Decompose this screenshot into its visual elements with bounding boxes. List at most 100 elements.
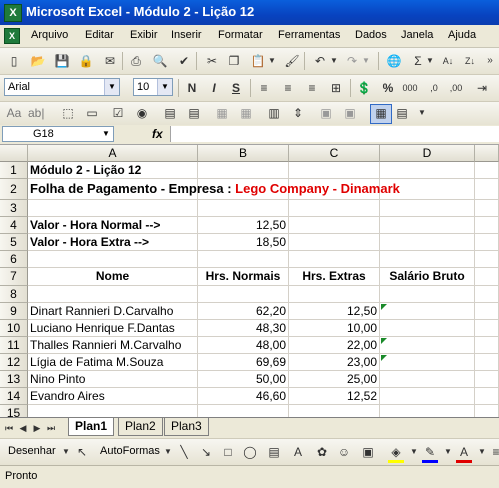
grid-cell[interactable] (28, 251, 198, 268)
grid-cell[interactable] (198, 162, 289, 179)
grid-cell[interactable] (28, 286, 198, 303)
row-header[interactable]: 11 (0, 337, 28, 354)
row-header[interactable]: 14 (0, 388, 28, 405)
menu-arquivo[interactable]: Arquivo (31, 29, 68, 41)
row-header[interactable]: 13 (0, 371, 28, 388)
menu-inserir[interactable]: Inserir (171, 29, 202, 41)
percent-button[interactable]: % (380, 80, 396, 96)
grid-cell[interactable] (380, 371, 475, 388)
grid-cell[interactable] (380, 162, 475, 179)
line-icon[interactable]: ╲ (176, 444, 192, 460)
menu-formatar[interactable]: Formatar (218, 29, 263, 41)
employee-hrs-normais[interactable]: 62,20 (198, 303, 289, 320)
row-header[interactable]: 8 (0, 286, 28, 303)
cell-c7-header[interactable]: Hrs. Extras (289, 268, 380, 286)
error-indicator-icon[interactable] (381, 304, 387, 310)
grid-cell[interactable] (198, 251, 289, 268)
first-sheet-icon[interactable]: ⏮ (4, 422, 14, 434)
new-icon[interactable]: ▯ (6, 53, 22, 69)
column-header-e[interactable] (475, 145, 499, 162)
grid-cell[interactable] (380, 354, 475, 371)
clip-art-icon[interactable]: ☺ (336, 444, 352, 460)
insert-picture-icon[interactable]: ▣ (360, 444, 376, 460)
toggle-grid-icon[interactable]: ▦ (370, 104, 392, 124)
paste-icon[interactable]: 📋 (250, 53, 266, 69)
grid-cell[interactable] (289, 405, 380, 417)
diagram-icon[interactable]: ✿ (314, 444, 330, 460)
workbook-icon[interactable]: X (4, 28, 20, 44)
cell-b7-header[interactable]: Hrs. Normais (198, 268, 289, 286)
font-size-combo[interactable]: 10 ▼ (133, 78, 173, 96)
grid-cell[interactable] (380, 234, 475, 251)
employee-hrs-extras[interactable]: 12,52 (289, 388, 380, 405)
grid-cell[interactable] (289, 200, 380, 217)
last-sheet-icon[interactable]: ⏭ (46, 422, 56, 434)
spinner-icon[interactable]: ⇕ (290, 105, 306, 121)
hyperlink-icon[interactable]: 🌐 (386, 53, 402, 69)
employee-hrs-extras[interactable]: 12,50 (289, 303, 380, 320)
employee-name[interactable]: Lígia de Fatima M.Souza (28, 354, 198, 371)
autosum-dropdown-icon[interactable]: ▼ (426, 53, 434, 69)
row-header[interactable]: 12 (0, 354, 28, 371)
merge-center-icon[interactable]: ⊞ (328, 80, 344, 96)
arrow-icon[interactable]: ↘ (198, 444, 214, 460)
row-header[interactable]: 10 (0, 320, 28, 337)
row-header[interactable]: 9 (0, 303, 28, 320)
column-header-b[interactable]: B (198, 145, 289, 162)
employee-name[interactable]: Luciano Henrique F.Dantas (28, 320, 198, 337)
grid-cell[interactable] (380, 286, 475, 303)
font-name-combo[interactable]: Arial ▼ (4, 78, 120, 96)
grid-cell[interactable] (380, 251, 475, 268)
grid-cell[interactable] (380, 320, 475, 337)
currency-icon[interactable]: 💲 (356, 80, 372, 96)
grid-cell[interactable] (289, 251, 380, 268)
line-color-icon[interactable]: ✎ (422, 444, 438, 463)
more-buttons-icon[interactable]: » (482, 53, 498, 69)
spelling-icon[interactable]: ✔ (176, 53, 192, 69)
format-painter-icon[interactable]: 🖌 (284, 53, 300, 69)
cell-b4[interactable]: 12,50 (198, 217, 289, 234)
tab-plan2[interactable]: Plan2 (118, 418, 163, 436)
grid-cell[interactable] (28, 405, 198, 417)
copy-icon[interactable]: ❐ (226, 53, 242, 69)
grid-cell[interactable] (475, 268, 499, 286)
print-icon[interactable]: ⎙ (128, 53, 144, 69)
redo-dropdown-icon[interactable]: ▼ (362, 53, 370, 69)
list-box-icon[interactable]: ▤ (162, 105, 178, 121)
grid-cell[interactable] (475, 405, 499, 417)
menu-janela[interactable]: Janela (401, 29, 433, 41)
bold-button[interactable]: N (184, 80, 200, 96)
grid-cell[interactable] (289, 162, 380, 179)
edit-code-icon[interactable]: ▣ (342, 105, 358, 121)
italic-button[interactable]: I (206, 80, 222, 96)
employee-hrs-normais[interactable]: 46,60 (198, 388, 289, 405)
grid-cell[interactable] (475, 234, 499, 251)
edit-box-icon[interactable]: ab| (28, 105, 44, 121)
formula-input[interactable] (170, 126, 499, 142)
decrease-decimal-icon[interactable]: ,00 (448, 80, 464, 96)
fill-color-icon[interactable]: ◈ (388, 444, 404, 463)
grid-cell[interactable] (475, 162, 499, 179)
grid-cell[interactable] (380, 388, 475, 405)
employee-name[interactable]: Evandro Aires (28, 388, 198, 405)
undo-dropdown-icon[interactable]: ▼ (330, 53, 338, 69)
column-header-d[interactable]: D (380, 145, 475, 162)
combo-list-edit-icon[interactable]: ▦ (214, 105, 230, 121)
grid-cell[interactable] (475, 251, 499, 268)
row-header[interactable]: 4 (0, 217, 28, 234)
grid-cell[interactable] (475, 371, 499, 388)
row-header[interactable]: 7 (0, 268, 28, 286)
grid-cell[interactable] (475, 303, 499, 320)
grid-cell[interactable] (289, 217, 380, 234)
select-objects-icon[interactable]: ↖ (74, 444, 90, 460)
rectangle-icon[interactable]: □ (220, 444, 236, 460)
chevron-down-icon[interactable]: ▼ (440, 444, 456, 460)
chevron-down-icon[interactable]: ▼ (99, 127, 113, 141)
scroll-bar-icon[interactable]: ▥ (266, 105, 282, 121)
employee-hrs-extras[interactable]: 22,00 (289, 337, 380, 354)
grid-cell[interactable] (475, 286, 499, 303)
insert-function-icon[interactable]: fx (152, 127, 163, 141)
error-indicator-icon[interactable] (381, 338, 387, 344)
autoshapes-button[interactable]: AutoFormas (100, 445, 160, 457)
chevron-down-icon[interactable]: ▼ (157, 79, 172, 95)
